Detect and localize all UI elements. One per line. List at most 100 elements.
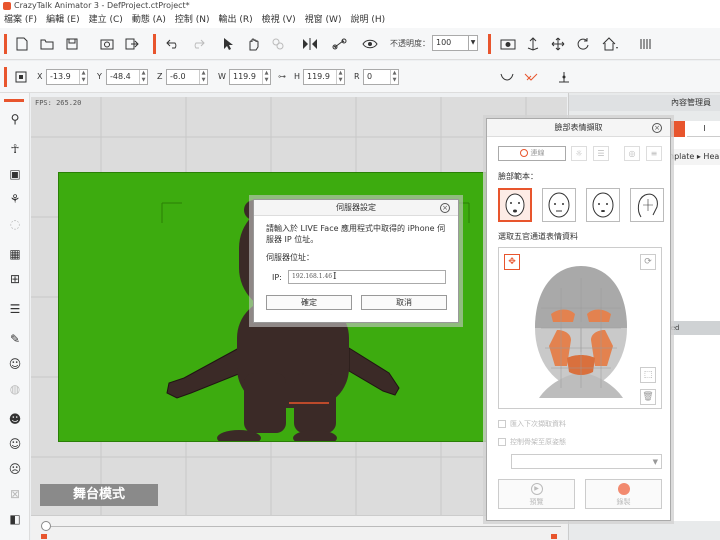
path-icon[interactable]: ✎ (5, 329, 25, 349)
flip-icon[interactable] (300, 34, 320, 54)
export-icon[interactable] (122, 34, 142, 54)
z-field[interactable]: -6.0 ▲ ▼ (166, 69, 208, 85)
timeline-toggle-icon[interactable] (636, 34, 656, 54)
close-icon[interactable]: × (652, 123, 662, 133)
head-icon[interactable]: ☺ (5, 434, 25, 454)
camera-icon[interactable] (498, 34, 518, 54)
z-label: Z (157, 72, 163, 81)
ease-out-icon[interactable] (521, 67, 541, 87)
face-capture-panel: 臉部表情擷取 × 連線 ☼ ☰ ◎ ≡ 臉部範本： 選取五官通道表情資料 ✥ ⟳… (486, 118, 671, 521)
link-ratio-icon[interactable]: ⊶ (278, 72, 286, 81)
character-pose-icon[interactable]: ☥ (5, 139, 25, 159)
transform-settings-icon[interactable] (11, 67, 31, 87)
face-puppet-icon[interactable]: ☺ (5, 354, 25, 374)
hand-pan-icon[interactable] (243, 34, 263, 54)
channel-select[interactable]: ▼ (511, 454, 662, 469)
menu-edit[interactable]: 編輯 (E) (46, 12, 80, 28)
face-mapping-icon[interactable]: ✥ (504, 254, 520, 270)
open-folder-icon[interactable] (37, 34, 57, 54)
reset-pose-checkbox[interactable]: 控制骨架至原姿態 (498, 437, 663, 447)
spinner-icon[interactable]: ▲ ▼ (336, 70, 344, 84)
menu-animation[interactable]: 動態 (A) (132, 12, 166, 28)
face-template-profile[interactable] (630, 188, 664, 222)
slider-settings-icon[interactable]: ≡ (646, 146, 662, 161)
connect-button[interactable]: 連線 (498, 146, 566, 161)
list-settings-icon[interactable]: ☰ (593, 146, 609, 161)
prop-icon[interactable]: ◍ (5, 379, 25, 399)
chevron-down-icon[interactable]: ▼ (653, 458, 658, 466)
used-section-header[interactable]: sed (665, 321, 720, 335)
visibility-eye-icon[interactable] (360, 34, 380, 54)
menu-window[interactable]: 視窗 (W) (305, 12, 342, 28)
x-label: X (37, 72, 43, 81)
element-icon[interactable]: ⊠ (5, 484, 25, 504)
h-field[interactable]: 119.9 ▲ ▼ (303, 69, 345, 85)
sprite-edit-icon[interactable]: ▣ (5, 164, 25, 184)
ok-button[interactable]: 確定 (266, 295, 352, 310)
ip-input[interactable]: 192.168.1.46 I (288, 270, 446, 284)
cancel-button[interactable]: 取消 (361, 295, 447, 310)
layer-icon[interactable]: ◧ (5, 509, 25, 529)
breadcrumb[interactable]: nplate ▸ Hea (665, 149, 720, 165)
list-icon[interactable]: ☰ (5, 299, 25, 319)
menu-help[interactable]: 說明 (H) (350, 12, 385, 28)
face-template-front[interactable] (498, 188, 532, 222)
group-icon[interactable] (268, 34, 288, 54)
menu-control[interactable]: 控制 (N) (175, 12, 210, 28)
redo-icon[interactable] (188, 34, 208, 54)
undo-icon[interactable] (163, 34, 183, 54)
timeline-track[interactable] (51, 526, 561, 527)
r-label: R (354, 72, 360, 81)
ease-in-icon[interactable] (497, 67, 517, 87)
timeline-playhead[interactable] (41, 521, 51, 531)
menu-render[interactable]: 輸出 (R) (218, 12, 252, 28)
home-camera-icon[interactable] (600, 34, 620, 54)
balloon-icon[interactable]: ◌ (5, 214, 25, 234)
face-mask-icon[interactable]: ☹ (5, 459, 25, 479)
settings-gear-icon[interactable]: ☼ (571, 146, 587, 161)
record-button[interactable]: 錄製 (585, 479, 662, 509)
select-arrow-icon[interactable] (218, 34, 238, 54)
move-icon[interactable] (548, 34, 568, 54)
head-rotate-icon[interactable]: ☻ (5, 409, 25, 429)
new-file-icon[interactable] (12, 34, 32, 54)
face-template-side-1[interactable] (542, 188, 576, 222)
move-z-icon[interactable] (523, 34, 543, 54)
3d-head-model (535, 266, 627, 398)
opacity-select[interactable]: 100 ▼ (432, 35, 478, 51)
import-next-checkbox[interactable]: 匯入下次擷取資料 (498, 419, 663, 429)
spinner-icon[interactable]: ▲ ▼ (79, 70, 87, 84)
chevron-down-icon[interactable]: ▼ (468, 36, 477, 50)
x-field[interactable]: -13.9 ▲ ▼ (46, 69, 88, 85)
frame-view-icon[interactable]: ⬚ (640, 367, 656, 383)
spinner-icon[interactable]: ▲ ▼ (139, 70, 147, 84)
save-icon[interactable] (62, 34, 82, 54)
rotate-icon[interactable] (573, 34, 593, 54)
close-icon[interactable]: × (440, 203, 450, 213)
rotate-view-icon[interactable]: ⟳ (640, 254, 656, 270)
menu-create[interactable]: 建立 (C) (89, 12, 123, 28)
start-marker-icon[interactable] (41, 534, 47, 539)
pivot-icon[interactable] (554, 67, 574, 87)
face-reset-icon[interactable]: ◎ (624, 146, 640, 161)
r-field[interactable]: 0 ▲ ▼ (363, 69, 399, 85)
menu-view[interactable]: 檢視 (V) (262, 12, 296, 28)
record-icon (617, 483, 630, 495)
y-field[interactable]: -48.4 ▲ ▼ (106, 69, 148, 85)
spinner-icon[interactable]: ▲ ▼ (199, 70, 207, 84)
end-marker-icon[interactable] (551, 534, 557, 539)
tab-custom[interactable]: I (687, 121, 720, 137)
preview-button[interactable]: ▶ 預覽 (498, 479, 575, 509)
motion-key-icon[interactable]: ⚘ (5, 189, 25, 209)
spinner-icon[interactable]: ▲ ▼ (262, 70, 270, 84)
delete-icon[interactable]: 🗑 (640, 389, 656, 405)
menu-file[interactable]: 檔案 (F) (4, 12, 37, 28)
bone-edit-icon[interactable]: ⚲ (5, 109, 25, 129)
w-field[interactable]: 119.9 ▲ ▼ (229, 69, 271, 85)
spinner-icon[interactable]: ▲ ▼ (390, 70, 398, 84)
grid-icon[interactable]: ⊞ (5, 269, 25, 289)
camera-view-icon[interactable] (97, 34, 117, 54)
face-template-side-2[interactable] (586, 188, 620, 222)
scene-layout-icon[interactable]: ▦ (5, 244, 25, 264)
link-icon[interactable] (330, 34, 350, 54)
